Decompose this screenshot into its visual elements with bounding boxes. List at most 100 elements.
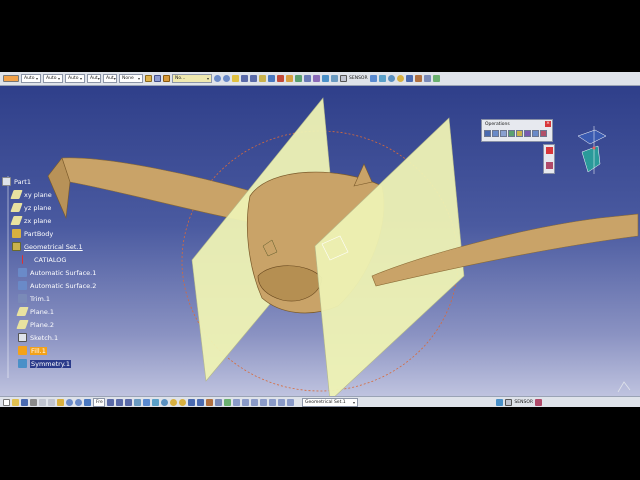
whats-this-icon[interactable] [84,398,91,406]
painter-icon[interactable] [145,75,152,82]
view-icon[interactable] [405,75,413,82]
tree-item-symmetry-1[interactable]: Symmetry.1 [18,358,71,369]
tool-icon[interactable] [242,398,249,406]
views-icon[interactable] [197,398,204,406]
line-icon[interactable] [250,75,257,82]
save-icon[interactable] [21,398,28,406]
close-icon[interactable]: × [545,121,551,127]
split-icon[interactable] [313,75,320,82]
pan-icon[interactable] [152,398,159,406]
paste-icon[interactable] [57,398,64,406]
layer-combo[interactable]: No... ▾ [172,74,212,83]
tree-item-catialog[interactable]: CATIALOG [22,254,66,265]
3d-viewport[interactable]: Operations × Part1 xy plane yz plane zx … [0,86,640,396]
rotate-icon[interactable] [161,398,168,406]
copy-icon[interactable] [48,398,55,406]
open-icon[interactable] [12,398,19,406]
zoom-combo[interactable]: Fre [93,397,105,407]
rendering-combo[interactable]: None ▾ [119,74,143,83]
tree-item-xy-plane[interactable]: xy plane [10,189,52,200]
swap-visible-icon[interactable] [224,398,231,406]
tree-item-partbody[interactable]: PartBody [12,228,53,239]
normal-view-icon[interactable] [188,398,195,406]
tree-item-automatic-surface-2[interactable]: Automatic Surface.2 [18,280,96,291]
trim-icon[interactable] [304,75,311,82]
fit-all-icon[interactable] [369,75,377,82]
hide-show-icon[interactable] [423,75,431,82]
point-icon[interactable] [241,75,248,82]
extrude-icon[interactable] [277,75,284,82]
redo-icon[interactable] [223,75,230,82]
tree-item-yz-plane[interactable]: yz plane [10,202,51,213]
swap-visible-icon[interactable] [432,75,440,82]
tree-item-sketch-1[interactable]: Sketch.1 [18,332,58,343]
display-icon[interactable] [125,398,132,406]
zoom-icon[interactable] [396,75,404,82]
fit-all-icon[interactable] [143,398,150,406]
tree-item-fill-1[interactable]: Fill.1 [18,345,47,356]
pan-icon[interactable] [378,75,386,82]
tool-icon[interactable] [546,162,553,169]
shading-icon[interactable] [206,398,213,406]
tree-item-plane-1[interactable]: Plane.1 [16,306,54,317]
tree-item-zx-plane[interactable]: zx plane [10,215,51,226]
fly-icon[interactable] [134,398,141,406]
join-icon[interactable] [484,130,491,137]
tree-item-trim-1[interactable]: Trim.1 [18,293,50,304]
display-icon[interactable] [116,398,123,406]
linestyle-combo[interactable]: Auto ▾ [65,74,85,83]
extrapolate-icon[interactable] [540,130,547,137]
measure-icon[interactable] [331,75,338,82]
tail-fin[interactable] [353,163,373,187]
layer-combo-a[interactable]: Aut ▾ [103,74,117,83]
tool-icon[interactable] [233,398,240,406]
translate-icon[interactable] [532,130,539,137]
tool-icon[interactable] [251,398,258,406]
fill-icon[interactable] [286,75,293,82]
extract-icon[interactable] [516,130,523,137]
tool-icon[interactable] [260,398,267,406]
transparency-combo[interactable]: Aut ▾ [87,74,101,83]
print-icon[interactable] [30,398,37,406]
display-icon[interactable] [107,398,114,406]
undo-icon[interactable] [214,75,221,82]
tool-icon[interactable] [278,398,285,406]
color-swatch-icon[interactable] [3,75,19,82]
sensor-icon[interactable] [505,398,513,406]
redo-icon[interactable] [75,398,82,406]
update-icon[interactable] [232,75,239,82]
geometrical-set-combo[interactable]: Geometrical Set.1 ▾ [302,397,358,407]
healing-icon[interactable] [492,130,499,137]
symmetry-icon[interactable] [322,75,329,82]
operations-toolbar[interactable]: Operations × [481,119,553,142]
tool-icon[interactable] [535,398,542,406]
rotate-icon[interactable] [387,75,395,82]
thickness-combo[interactable]: Auto ▾ [43,74,63,83]
cut-icon[interactable] [39,398,46,406]
new-icon[interactable] [3,398,10,406]
tree-item-geometrical-set-1[interactable]: Geometrical Set.1 [12,241,83,252]
plane-icon[interactable] [259,75,266,82]
fillet-icon[interactable] [524,130,531,137]
properties-icon[interactable] [154,75,161,82]
tree-item-part1[interactable]: Part1 [2,176,31,187]
sketch-icon[interactable] [268,75,275,82]
close-icon[interactable] [546,147,553,154]
split-icon[interactable] [508,130,515,137]
join-icon[interactable] [295,75,302,82]
tree-item-plane-2[interactable]: Plane.2 [16,319,54,330]
untrim-icon[interactable] [500,130,507,137]
shading-icon[interactable] [414,75,422,82]
layer-icon[interactable] [163,75,170,82]
hide-show-icon[interactable] [215,398,222,406]
tree-item-automatic-surface-1[interactable]: Automatic Surface.1 [18,267,96,278]
sensor-icon[interactable] [340,75,347,82]
compass-widget[interactable] [577,126,607,174]
zoom-in-icon[interactable] [170,398,177,406]
zoom-out-icon[interactable] [179,398,186,406]
linetype-combo[interactable]: Auto ▾ [21,74,41,83]
tool-icon[interactable] [269,398,276,406]
tool-icon[interactable] [496,398,504,406]
tool-icon[interactable] [287,398,294,406]
undo-icon[interactable] [66,398,73,406]
